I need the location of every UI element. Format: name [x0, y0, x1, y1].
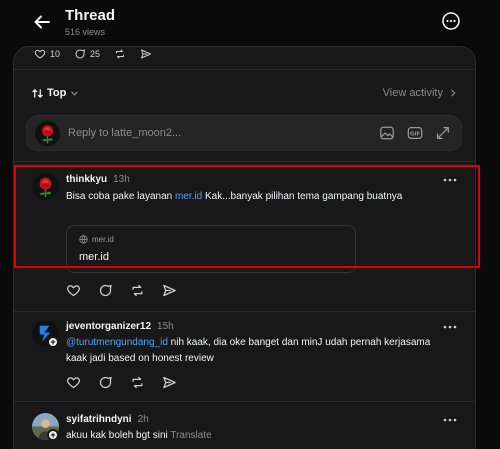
divider — [14, 311, 475, 312]
sort-dropdown[interactable]: Top — [32, 87, 79, 99]
thread-panel: 10 25 Top View activity Reply to latte_m… — [13, 46, 476, 449]
repost-icon[interactable] — [130, 283, 145, 298]
like-stat[interactable]: 10 — [34, 48, 60, 60]
timestamp: 13h — [113, 174, 130, 185]
post-actions — [66, 375, 177, 390]
like-count: 10 — [50, 49, 61, 59]
rose-icon — [32, 173, 59, 200]
expand-icon[interactable] — [435, 125, 451, 141]
reply-composer[interactable]: Reply to latte_moon2... GIF — [26, 115, 462, 151]
link-preview-card[interactable]: mer.id mer.id — [66, 225, 356, 273]
top-bar: Thread 516 views — [0, 0, 500, 48]
post-text: @turutmengundang_id nih kaak, dia oke ba… — [66, 335, 436, 367]
post-text: akuu kak boleh bgt sini Translate — [66, 428, 436, 444]
divider — [14, 69, 475, 70]
more-options-icon[interactable] — [441, 11, 461, 31]
rose-icon — [35, 121, 60, 146]
link-title: mer.id — [79, 251, 109, 263]
timestamp: 15h — [157, 321, 174, 332]
post-actions — [66, 283, 177, 298]
username-text: jeventorganizer12 — [66, 321, 152, 332]
share-icon[interactable] — [162, 283, 177, 298]
my-avatar — [35, 121, 60, 146]
sort-icon — [32, 88, 43, 98]
chevron-right-icon — [451, 89, 456, 97]
comment-icon[interactable] — [98, 283, 113, 298]
back-arrow-icon[interactable] — [31, 11, 53, 33]
avatar[interactable] — [32, 173, 59, 200]
username[interactable]: thinkkyu 13h — [66, 174, 130, 185]
comment-icon — [75, 49, 86, 59]
more-horizontal-icon[interactable] — [443, 325, 457, 329]
repost-icon[interactable] — [130, 375, 145, 390]
follow-badge[interactable]: + — [47, 336, 59, 348]
follow-badge[interactable]: + — [47, 429, 59, 441]
comment-icon[interactable] — [98, 375, 113, 390]
heart-icon[interactable] — [66, 283, 81, 298]
reply-stat[interactable]: 25 — [74, 48, 100, 60]
username-text: thinkkyu — [66, 174, 108, 185]
post-text-part: Bisa coba pake layanan — [66, 191, 175, 202]
divider — [14, 161, 475, 162]
more-horizontal-icon[interactable] — [443, 418, 457, 422]
view-count: 516 views — [65, 27, 106, 37]
gif-icon[interactable]: GIF — [407, 125, 423, 141]
heart-icon — [34, 49, 46, 59]
repost-icon — [116, 49, 125, 59]
link-domain-text: mer.id — [92, 235, 114, 244]
reply-count: 25 — [90, 49, 101, 59]
post-link[interactable]: mer.id — [175, 191, 202, 202]
reply-attachments: GIF — [379, 125, 451, 141]
post-text-part: akuu kak boleh bgt sini — [66, 430, 168, 441]
username-text: syifatrihndyni — [66, 414, 132, 425]
globe-icon — [79, 235, 88, 244]
view-activity-link[interactable]: View activity — [383, 87, 457, 99]
more-horizontal-icon[interactable] — [443, 178, 457, 182]
repost-stat[interactable] — [114, 48, 126, 60]
view-activity-label: View activity — [382, 87, 443, 99]
heart-icon[interactable] — [66, 375, 81, 390]
parent-post-actions: 10 25 — [34, 47, 166, 61]
username[interactable]: jeventorganizer12 15h — [66, 321, 174, 332]
divider — [14, 401, 475, 402]
svg-text:GIF: GIF — [410, 131, 420, 137]
reply-input-placeholder[interactable]: Reply to latte_moon2... — [68, 127, 181, 139]
link-domain: mer.id — [79, 235, 114, 244]
share-stat[interactable] — [140, 48, 152, 60]
reply-post: + syifatrihndyni 2h akuu kak boleh bgt si… — [14, 411, 475, 449]
timestamp: 2h — [137, 414, 149, 425]
sort-label: Top — [47, 87, 67, 99]
post-text-part: Kak...banyak pilihan tema gampang buatny… — [202, 191, 403, 202]
reply-post: + jeventorganizer12 15h @turutmengundang_… — [14, 318, 475, 394]
image-icon[interactable] — [379, 125, 395, 141]
page-title: Thread — [65, 7, 116, 24]
username[interactable]: syifatrihndyni 2h — [66, 414, 149, 425]
chevron-down-icon — [71, 91, 79, 96]
share-icon[interactable] — [162, 375, 177, 390]
mention-link[interactable]: @turutmengundang_id — [66, 337, 168, 348]
share-icon — [141, 49, 152, 59]
post-text: Bisa coba pake layanan mer.id Kak...bany… — [66, 189, 436, 205]
translate-link[interactable]: Translate — [170, 430, 211, 441]
